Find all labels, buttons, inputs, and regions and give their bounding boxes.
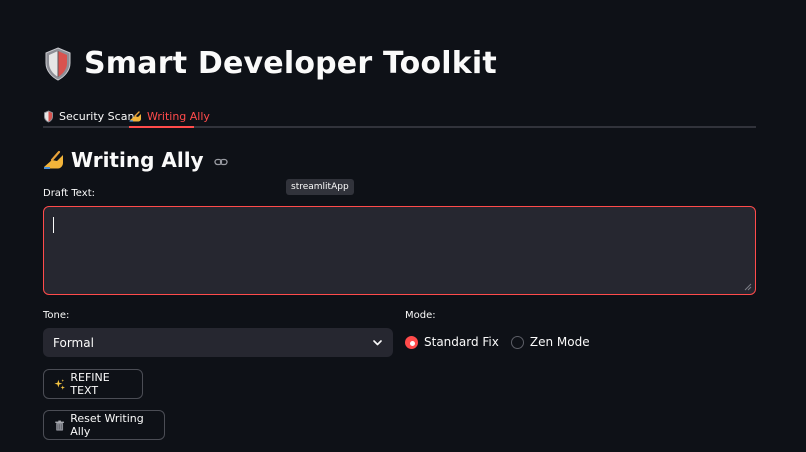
tab-label: Security Scan xyxy=(59,109,135,123)
shield-icon xyxy=(44,110,53,122)
trash-icon xyxy=(55,420,64,431)
active-tab-indicator xyxy=(129,126,194,128)
sparkles-icon xyxy=(54,378,65,390)
radio-zen-mode[interactable]: Zen Mode xyxy=(510,335,590,349)
button-label: REFINE TEXT xyxy=(70,371,110,397)
app-title: Smart Developer Toolkit xyxy=(84,46,497,81)
mode-radio-group: Standard Fix Zen Mode xyxy=(405,335,590,349)
tab-writing-ally[interactable]: Writing Ally xyxy=(129,104,210,128)
app-root: Smart Developer Toolkit Security Scan Wr… xyxy=(0,0,806,452)
writing-hand-icon xyxy=(129,110,141,122)
page-title: Smart Developer Toolkit xyxy=(44,46,497,81)
section-heading: Writing Ally xyxy=(43,148,228,172)
refine-text-button[interactable]: REFINE TEXT xyxy=(43,369,143,399)
tone-selected-value: Formal xyxy=(53,335,94,350)
reset-writing-ally-button[interactable]: Reset Writing Ally xyxy=(43,410,165,440)
link-icon[interactable] xyxy=(213,155,228,169)
chevron-down-icon xyxy=(373,340,382,346)
tone-select[interactable]: Formal xyxy=(43,328,393,357)
resize-handle-icon[interactable] xyxy=(744,283,752,291)
tab-label: Writing Ally xyxy=(147,109,210,123)
text-caret xyxy=(53,217,54,233)
radio-label: Zen Mode xyxy=(529,335,590,349)
radio-standard-fix[interactable]: Standard Fix xyxy=(405,335,499,349)
radio-dot xyxy=(405,335,418,349)
draft-text-area[interactable] xyxy=(43,206,756,295)
shield-icon xyxy=(45,46,71,81)
draft-text-label: Draft Text: xyxy=(43,188,95,199)
radio-dot xyxy=(510,335,524,349)
tab-security-scan[interactable]: Security Scan xyxy=(43,104,134,128)
writing-hand-icon xyxy=(44,150,63,169)
tone-label: Tone: xyxy=(43,310,70,321)
tab-bar: Security Scan Writing Ally xyxy=(43,100,756,128)
button-label: Reset Writing Ally xyxy=(70,412,144,438)
tooltip: streamlitApp xyxy=(286,179,354,195)
section-title: Writing Ally xyxy=(71,148,204,172)
mode-label: Mode: xyxy=(405,310,436,321)
radio-label: Standard Fix xyxy=(424,335,499,349)
